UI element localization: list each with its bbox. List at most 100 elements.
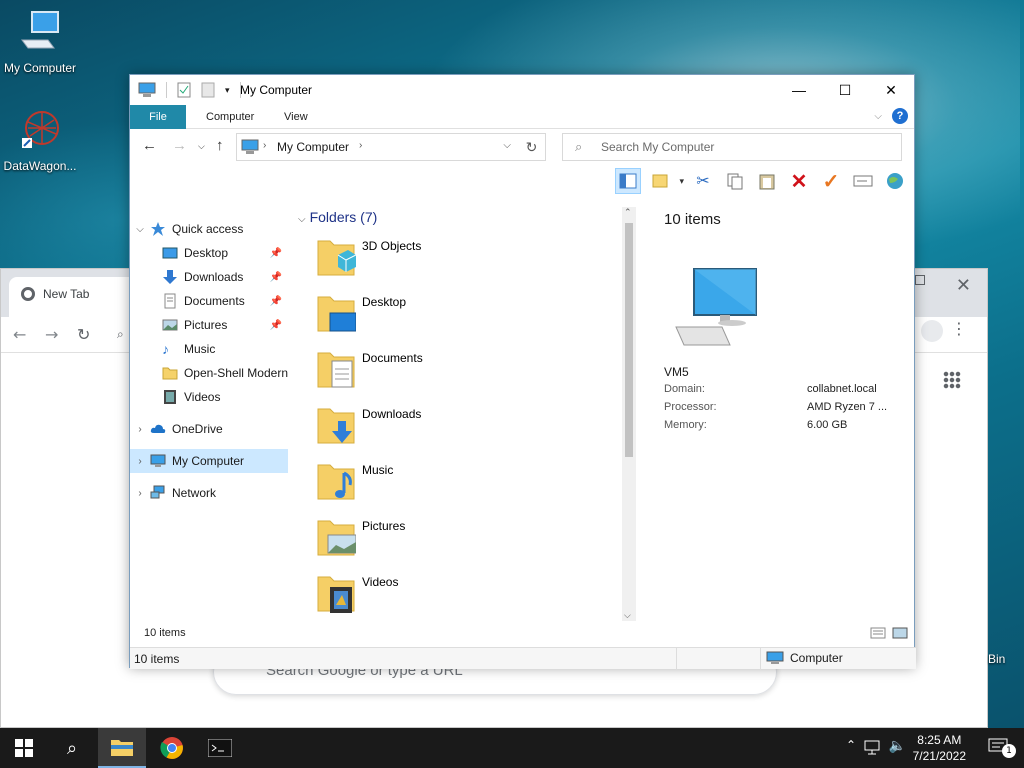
chrome-menu-icon[interactable]: ⋮ — [951, 319, 967, 338]
details-view-icon[interactable] — [870, 627, 886, 639]
nav-item-videos[interactable]: Videos — [130, 385, 288, 409]
expand-ribbon-icon[interactable]: ⌵ — [874, 111, 882, 122]
chrome-back-icon[interactable]: ← — [13, 325, 26, 344]
folder-item-videos[interactable]: Videos — [316, 571, 616, 621]
nav-label: Pictures — [184, 318, 228, 332]
recycle-bin-label[interactable]: Bin — [988, 652, 1005, 666]
desktop-icon-datawagon[interactable]: DataWagon... — [0, 108, 80, 173]
breadcrumb-chevron-icon[interactable]: › — [263, 140, 266, 151]
folder-item-downloads[interactable]: Downloads — [316, 403, 616, 453]
customize-qat-icon[interactable]: ▾ — [225, 85, 230, 96]
nav-quick-access[interactable]: ⌵ Quick access — [130, 217, 288, 241]
breadcrumb[interactable]: My Computer — [277, 140, 349, 154]
cut-icon[interactable]: ✂ — [690, 168, 716, 194]
checkmark-icon[interactable]: ✓ — [818, 168, 844, 194]
pin-icon[interactable]: 📌 — [270, 296, 282, 307]
collapsed-chevron-icon[interactable]: › — [130, 488, 150, 499]
folder-item-music[interactable]: Music — [316, 459, 616, 509]
pin-icon[interactable]: 📌 — [270, 248, 282, 259]
address-bar[interactable]: › My Computer › ⌵ — [236, 133, 546, 161]
nav-item-open-shell[interactable]: Open-Shell Modern — [130, 361, 288, 385]
folder-item-3d-objects[interactable]: 3D Objects — [316, 235, 616, 285]
downloads-folder-icon — [317, 408, 355, 444]
search-icon[interactable]: ⌕ — [48, 728, 96, 768]
paste-icon[interactable] — [754, 168, 780, 194]
minimize-icon[interactable]: — — [776, 75, 822, 105]
chrome-apps-icon[interactable] — [943, 371, 961, 389]
scrollbar-thumb[interactable] — [625, 223, 633, 457]
nav-my-computer[interactable]: › My Computer — [130, 449, 288, 473]
delete-icon[interactable]: ✕ — [786, 168, 812, 194]
internet-options-icon[interactable] — [882, 168, 908, 194]
vertical-scrollbar[interactable]: ⌃ ⌵ — [622, 207, 636, 621]
network-icon[interactable] — [864, 740, 882, 756]
back-icon[interactable]: ← — [142, 137, 157, 154]
scroll-up-icon[interactable]: ⌃ — [624, 207, 632, 218]
chrome-omnibox-search-icon[interactable]: ⌕ — [117, 327, 124, 342]
chrome-icon — [160, 737, 183, 759]
pin-icon[interactable]: 📌 — [270, 272, 282, 283]
up-icon[interactable]: ↑ — [216, 137, 224, 154]
chrome-reload-icon[interactable]: ↻ — [77, 325, 90, 344]
folder-item-pictures[interactable]: Pictures — [316, 515, 616, 565]
legacy-status-bar: 10 items Computer — [130, 647, 916, 670]
collapsed-chevron-icon[interactable]: › — [130, 424, 150, 435]
nav-network[interactable]: › Network — [130, 481, 288, 505]
copy-icon[interactable] — [722, 168, 748, 194]
music-folder-icon — [317, 464, 355, 500]
nav-item-music[interactable]: ♪ Music — [130, 337, 288, 361]
address-dropdown-icon[interactable]: ⌵ — [503, 140, 511, 151]
folder-item-desktop[interactable]: Desktop — [316, 291, 616, 341]
tab-view[interactable]: View — [270, 105, 322, 129]
section-header[interactable]: ⌵ Folders (7) — [298, 209, 377, 225]
help-icon[interactable]: ? — [892, 108, 908, 124]
show-hidden-icons-icon[interactable]: ⌃ — [846, 738, 856, 752]
nav-label: Downloads — [184, 270, 244, 284]
folder-item-documents[interactable]: Documents — [316, 347, 616, 397]
tab-file[interactable]: File — [130, 105, 186, 129]
forward-icon[interactable]: → — [172, 137, 187, 154]
collapsed-chevron-icon[interactable]: › — [130, 456, 150, 467]
chrome-taskbar-button[interactable] — [148, 728, 196, 768]
nav-label: Videos — [184, 390, 221, 404]
start-button[interactable] — [0, 728, 48, 768]
chrome-profile-icon[interactable] — [921, 320, 943, 342]
properties-icon[interactable] — [177, 82, 191, 98]
scroll-down-icon[interactable]: ⌵ — [624, 610, 631, 621]
refresh-icon[interactable]: ↻ — [518, 133, 546, 161]
pin-icon[interactable]: 📌 — [270, 320, 282, 331]
nav-item-desktop[interactable]: Desktop 📌 — [130, 241, 288, 265]
close-icon[interactable]: ✕ — [868, 75, 914, 105]
nav-item-downloads[interactable]: Downloads 📌 — [130, 265, 288, 289]
recent-locations-icon[interactable]: ⌵ — [198, 141, 205, 152]
navigation-bar: ← → ⌵ ↑ › My Computer › ⌵ ↻ ⌕ Search My … — [130, 129, 914, 165]
new-folder-icon[interactable] — [201, 82, 215, 98]
action-center-icon[interactable]: 1 — [988, 738, 1016, 758]
maximize-icon[interactable]: ☐ — [822, 75, 868, 105]
nav-item-pictures[interactable]: Pictures 📌 — [130, 313, 288, 337]
computer-icon — [150, 454, 166, 467]
folder-name: Videos — [362, 575, 399, 589]
section-title: Folders (7) — [309, 209, 378, 225]
expanded-chevron-icon[interactable]: ⌵ — [130, 224, 150, 235]
chrome-close-icon[interactable]: ✕ — [956, 275, 971, 296]
clock[interactable]: 8:25 AM 7/21/2022 — [913, 732, 966, 764]
large-icons-view-icon[interactable] — [892, 627, 908, 639]
file-explorer-taskbar-button[interactable] — [98, 728, 146, 768]
volume-icon[interactable]: 🔈 — [889, 738, 906, 754]
search-input[interactable]: ⌕ Search My Computer — [562, 133, 902, 161]
breadcrumb-chevron-icon[interactable]: › — [359, 140, 362, 151]
new-item-icon[interactable] — [647, 168, 673, 194]
chrome-forward-icon[interactable]: → — [45, 325, 58, 344]
nav-item-documents[interactable]: Documents 📌 — [130, 289, 288, 313]
new-item-dropdown-icon[interactable]: ▾ — [679, 176, 684, 187]
preview-pane-icon[interactable] — [615, 168, 642, 194]
rename-icon[interactable] — [850, 168, 876, 194]
collapse-chevron-icon[interactable]: ⌵ — [298, 214, 306, 225]
desktop-icon-label: DataWagon... — [3, 159, 77, 173]
tab-computer[interactable]: Computer — [192, 105, 268, 129]
terminal-taskbar-button[interactable] — [196, 728, 244, 768]
nav-onedrive[interactable]: › OneDrive — [130, 417, 288, 441]
desktop-icon-my-computer[interactable]: My Computer — [0, 10, 80, 75]
chrome-restore-icon[interactable] — [915, 275, 925, 285]
